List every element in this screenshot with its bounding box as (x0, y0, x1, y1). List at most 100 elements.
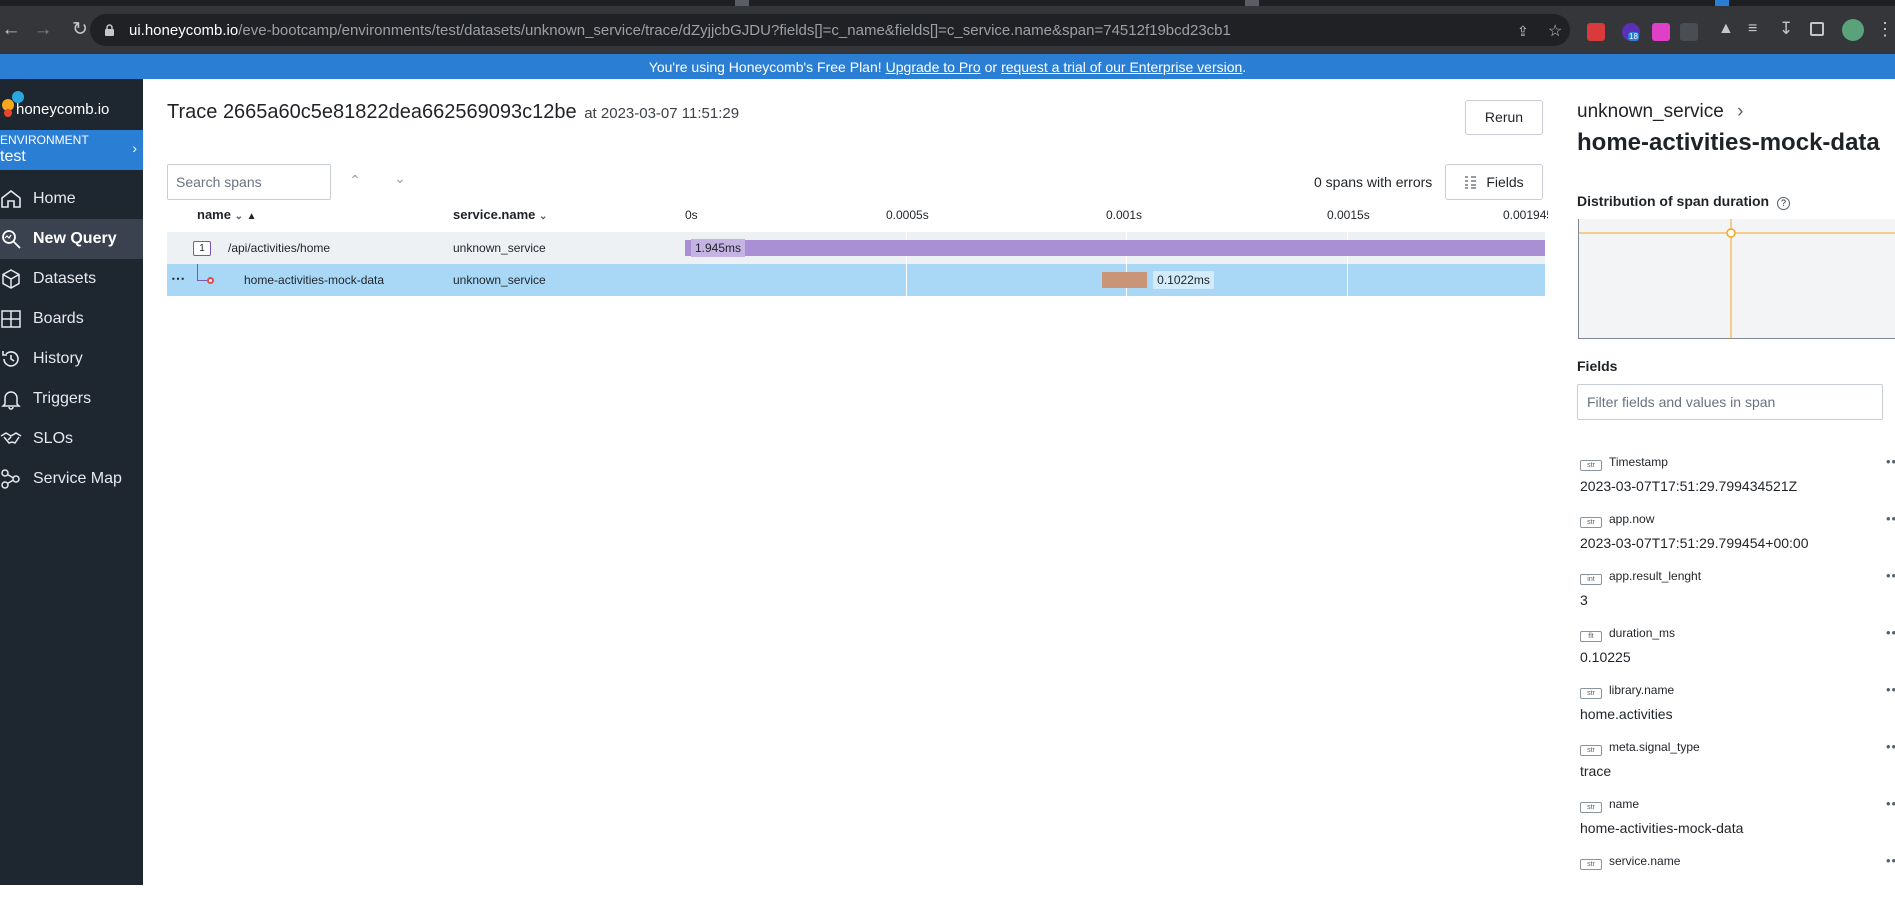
sidebar-item-label: Triggers (33, 390, 92, 407)
extension-icon[interactable] (1680, 23, 1698, 41)
help-icon[interactable]: ? (1777, 197, 1790, 210)
browser-toolbar: ← → ↻ ui.honeycomb.io/eve-bootcamp/envir… (0, 6, 1895, 54)
next-match-icon[interactable]: ⌄ (391, 170, 409, 188)
sidebar-item-label: New Query (33, 230, 117, 247)
span-count-badge[interactable]: 1 (193, 241, 211, 256)
sidebar-item-history[interactable]: History (0, 339, 143, 379)
column-header-name[interactable]: name ⌄ ▲ (197, 207, 257, 222)
sidebar-item-new-query[interactable]: New Query (0, 219, 143, 259)
timeline-tick-label: 0.0015s (1327, 208, 1370, 222)
field-menu-icon[interactable]: ••• (1886, 682, 1895, 697)
environment-switcher[interactable]: ENVIRONMENT test › (0, 130, 143, 170)
field-type-badge: str (1580, 688, 1602, 699)
field-item[interactable]: str meta.signal_typetrace ••• (1580, 739, 1895, 796)
span-row-selected[interactable]: ⋯ home-activities-mock-data unknown_serv… (167, 264, 1545, 296)
sidebar-item-datasets[interactable]: Datasets (0, 259, 143, 299)
avatar[interactable] (1842, 19, 1864, 41)
sort-icon[interactable]: ⌄ (539, 211, 547, 222)
sidebar-item-service-map[interactable]: Service Map (0, 459, 143, 499)
breadcrumb[interactable]: unknown_service › (1577, 101, 1743, 123)
field-type-badge: str (1580, 460, 1602, 471)
span-bar[interactable] (1101, 272, 1148, 288)
menu-icon[interactable]: ⋮ (1876, 19, 1894, 40)
field-menu-icon[interactable]: ••• (1886, 511, 1895, 526)
distribution-title: Distribution of span duration ? (1577, 193, 1790, 210)
field-type-badge: flt (1580, 631, 1602, 642)
field-menu-icon[interactable]: ••• (1886, 625, 1895, 640)
previous-match-icon[interactable]: ⌃ (346, 172, 364, 190)
logo-text: honeycomb.io (16, 100, 110, 118)
sidebar-item-home[interactable]: Home (0, 179, 143, 219)
field-item[interactable]: str Timestamp 2023-03-07T17:51:29.79943452… (1580, 454, 1895, 511)
download-icon[interactable]: ↧ (1779, 19, 1793, 39)
filter-fields-input[interactable]: Filter fields and values in span (1577, 384, 1883, 420)
forward-icon[interactable]: → (32, 19, 54, 41)
field-menu-icon[interactable]: ••• (1886, 796, 1895, 811)
fields-button[interactable]: Fields (1445, 164, 1543, 200)
span-name: home-activities-mock-data (244, 273, 385, 287)
field-item[interactable]: flt duration_ms 0.10225 ••• (1580, 625, 1895, 682)
column-header-service[interactable]: service.name ⌄ (453, 207, 547, 222)
field-item[interactable]: strname home-activities-mock-data ••• (1580, 796, 1895, 853)
puzzle-icon[interactable]: ▲ (1718, 20, 1734, 38)
field-type-badge: str (1580, 859, 1602, 870)
sidebar-item-slos[interactable]: SLOs (0, 419, 143, 459)
extension-icon[interactable] (1587, 23, 1605, 41)
honeycomb-logo[interactable]: honeycomb.io (0, 85, 143, 121)
duration-distribution-chart (1578, 219, 1895, 339)
rerun-button[interactable]: Rerun (1465, 100, 1543, 135)
sidepanel-icon[interactable] (1810, 22, 1824, 36)
address-bar[interactable]: ui.honeycomb.io/eve-bootcamp/environment… (90, 14, 1570, 46)
search-spans-input[interactable]: Search spans (167, 164, 331, 200)
field-name: service.name (1609, 854, 1681, 868)
span-timeline: 0.1022ms (685, 264, 1545, 296)
field-value: trace (1580, 763, 1612, 779)
url-host: ui.honeycomb.io (129, 21, 239, 39)
span-row[interactable]: 1 /api/activities/home unknown_service 1… (167, 232, 1545, 264)
field-name: meta.signal_type (1609, 740, 1700, 754)
reload-icon[interactable]: ↻ (69, 19, 91, 41)
extension-badge: 18 (1628, 32, 1639, 41)
star-icon[interactable]: ☆ (1548, 21, 1562, 41)
span-service: unknown_service (453, 241, 546, 255)
back-icon[interactable]: ← (0, 19, 22, 41)
field-menu-icon[interactable]: ••• (1886, 739, 1895, 754)
collapse-icon[interactable]: ▲ (247, 211, 257, 222)
lock-icon (105, 23, 114, 36)
span-bar[interactable] (685, 240, 1545, 256)
extension-icon[interactable] (1652, 23, 1670, 41)
field-item[interactable]: str library.name home.activities ••• (1580, 682, 1895, 739)
span-name: /api/activities/home (228, 241, 331, 255)
field-item[interactable]: int app.result_lenght 3 ••• (1580, 568, 1895, 625)
field-item[interactable]: str app.now 2023-03-07T17:51:29.799454+00:… (1580, 511, 1895, 568)
breadcrumb-service[interactable]: unknown_service (1577, 101, 1724, 122)
extension-icon[interactable]: 18 (1622, 23, 1640, 41)
reading-list-icon[interactable]: ≡ (1748, 20, 1757, 38)
distribution-title-text: Distribution of span duration (1577, 193, 1770, 209)
logo-mark-icon (12, 91, 24, 103)
share-icon[interactable]: ⇪ (1517, 23, 1529, 40)
field-menu-icon[interactable]: ••• (1886, 568, 1895, 583)
page-title: Trace 2665a60c5e81822dea662569093c12be a… (167, 101, 739, 124)
timeline-tick-label: 0.001s (1106, 208, 1143, 222)
free-plan-banner: You're using Honeycomb's Free Plan! Upgr… (0, 54, 1895, 79)
sort-icon[interactable]: ⌄ (235, 211, 243, 222)
column-label: service.name (453, 207, 536, 222)
sidebar-item-label: SLOs (33, 430, 74, 447)
enterprise-trial-link[interactable]: request a trial of our Enterprise versio… (1001, 59, 1242, 75)
banner-or: or (984, 58, 998, 75)
chevron-right-icon: › (132, 140, 137, 156)
field-type-badge: str (1580, 517, 1602, 528)
tree-connector (197, 280, 207, 281)
distribution-svg (1579, 219, 1895, 339)
field-menu-icon[interactable]: ••• (1886, 853, 1895, 868)
sidebar-item-boards[interactable]: Boards (0, 299, 143, 339)
sidebar-item-triggers[interactable]: Triggers (0, 379, 143, 419)
field-menu-icon[interactable]: ••• (1886, 454, 1895, 469)
sidebar-item-label: Datasets (33, 270, 97, 287)
upgrade-link[interactable]: Upgrade to Pro (886, 59, 981, 75)
field-item[interactable]: str service.name ••• (1580, 853, 1895, 910)
span-node-icon (207, 277, 214, 284)
row-menu-icon[interactable]: ⋯ (171, 262, 186, 294)
field-type-badge: str (1580, 802, 1602, 813)
